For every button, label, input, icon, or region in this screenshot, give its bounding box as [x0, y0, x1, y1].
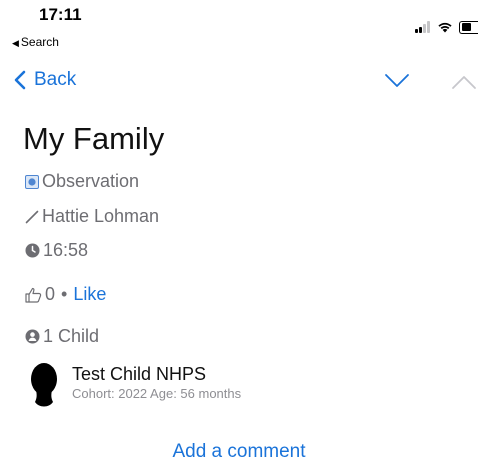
- chevron-up-icon[interactable]: [451, 74, 477, 90]
- page-title: My Family: [23, 121, 165, 156]
- observation-type-label: Observation: [42, 171, 140, 191]
- observation-type: Observation: [25, 171, 139, 192]
- back-label: Back: [34, 69, 77, 90]
- like-button[interactable]: Like: [73, 284, 106, 305]
- child-list-item[interactable]: Test Child NHPS Cohort: 2022 Age: 56 mon…: [24, 362, 464, 410]
- separator-dot: •: [61, 284, 68, 304]
- child-count-row: 1 Child: [25, 326, 99, 347]
- like-row: 0 • Like: [25, 284, 106, 305]
- cellular-signal-icon: [415, 21, 431, 33]
- navigation-bar: Back: [0, 62, 478, 102]
- observation-type-icon: [25, 174, 39, 189]
- observation-time: 16:58: [25, 240, 88, 261]
- child-details: Cohort: 2022 Age: 56 months: [72, 386, 242, 401]
- chevron-left-icon: [14, 70, 26, 90]
- clock-icon: [25, 243, 40, 258]
- back-triangle-icon: ◀: [12, 38, 19, 48]
- thumbs-up-icon: [25, 287, 42, 303]
- status-time: 17:11: [39, 5, 82, 24]
- child-name: Test Child NHPS: [72, 364, 207, 384]
- observation-author-name: Hattie Lohman: [42, 206, 160, 226]
- status-bar: 17:11 ◀ Search: [0, 0, 478, 52]
- back-button[interactable]: Back: [14, 69, 76, 91]
- status-icons: [415, 20, 478, 34]
- observation-author: Hattie Lohman: [25, 206, 159, 227]
- avatar: [31, 363, 57, 407]
- person-icon: [25, 329, 40, 344]
- chevron-down-icon[interactable]: [384, 73, 410, 89]
- add-comment-button[interactable]: Add a comment: [0, 441, 478, 463]
- wifi-icon: [438, 22, 452, 33]
- like-count: 0: [45, 284, 56, 304]
- observation-time-value: 16:58: [43, 240, 89, 260]
- child-info: Test Child NHPS Cohort: 2022 Age: 56 mon…: [72, 363, 241, 403]
- child-count: 1 Child: [43, 326, 100, 346]
- return-to-app-label: Search: [20, 35, 59, 49]
- pencil-icon: [25, 210, 39, 224]
- battery-level: [461, 23, 471, 31]
- return-to-app-link[interactable]: ◀ Search: [12, 35, 59, 49]
- battery-icon: [459, 20, 478, 34]
